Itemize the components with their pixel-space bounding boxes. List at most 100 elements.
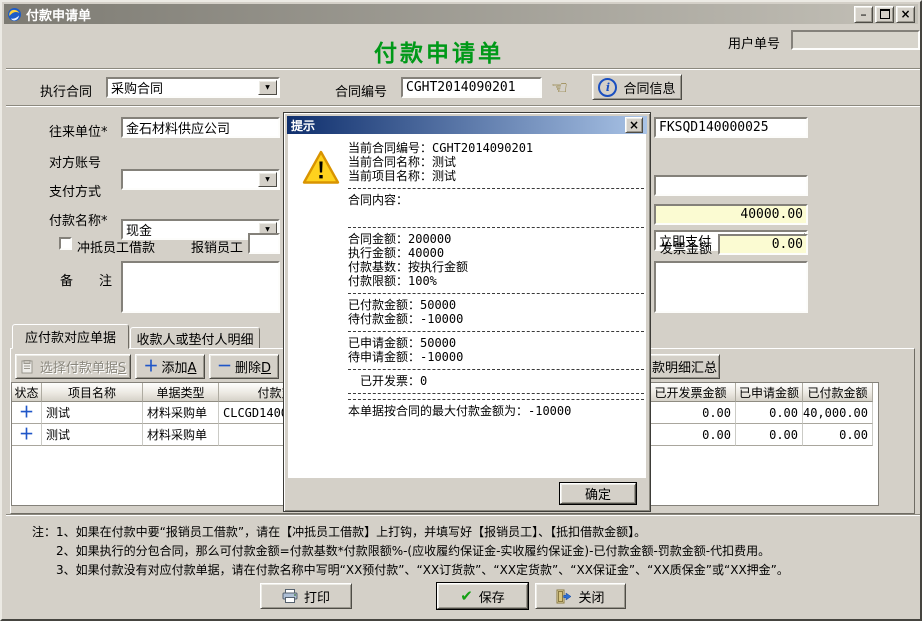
reimburse-label: 报销员工: [191, 237, 243, 256]
chevron-down-icon[interactable]: ▼: [258, 80, 277, 95]
window-titlebar[interactable]: 付款申请单 _ ×: [4, 4, 918, 24]
alert-dialog: 提示 × 当前合同编号：CGHT2014090201 当前合同名称：测试 当前项…: [283, 112, 651, 512]
divider: [348, 369, 644, 370]
cell-paid: 40,000.00: [803, 402, 873, 424]
close-button[interactable]: ×: [896, 6, 915, 23]
right-blank-field[interactable]: [654, 175, 808, 196]
dialog-line: 付款限额：100%: [348, 274, 644, 288]
cell-invoiced: 0.00: [646, 402, 736, 424]
cell-applied: 0.00: [736, 424, 803, 446]
dialog-line: 已付款金额：50000: [348, 298, 644, 312]
cell-invoiced: 0.00: [646, 424, 736, 446]
col-invoiced[interactable]: 已开发票金额: [646, 383, 736, 402]
cell-project: 测试: [42, 402, 143, 424]
divider: [348, 331, 644, 332]
apply-doc-no-field[interactable]: [654, 117, 808, 138]
app-icon: [7, 7, 22, 22]
apply-amount-field[interactable]: [654, 204, 808, 225]
dialog-line: 待申请金额：-10000: [348, 350, 644, 364]
select-pay-doc-button[interactable]: 选择付款单据S: [15, 354, 131, 379]
dialog-ok-button[interactable]: 确定: [560, 483, 636, 504]
offset-loan-label: 冲抵员工借款: [77, 237, 155, 256]
counterparty-field[interactable]: [121, 117, 280, 138]
page-title: 付款申请单: [374, 34, 504, 68]
exec-contract-label: 执行合同: [40, 81, 92, 100]
invoice-amount-field[interactable]: [718, 234, 808, 255]
hand-picker-icon[interactable]: ☜: [551, 79, 568, 97]
user-no-label: 用户单号: [728, 33, 780, 52]
dialog-body: 当前合同编号：CGHT2014090201 当前合同名称：测试 当前项目名称：测…: [288, 134, 646, 478]
col-doc-type[interactable]: 单据类型: [143, 383, 219, 402]
dialog-line: 当前合同编号：CGHT2014090201: [348, 141, 644, 155]
pay-method-label: 支付方式: [49, 181, 101, 200]
divider: [348, 399, 644, 400]
divider: [348, 227, 644, 228]
dialog-title: 提示: [291, 117, 315, 134]
minimize-button[interactable]: _: [854, 6, 873, 23]
printer-icon: [282, 589, 298, 603]
account-select[interactable]: ▼: [121, 169, 280, 190]
save-button[interactable]: ✔ 保存: [437, 583, 528, 609]
note-line-3: 3、如果付款没有对应付款单据，请在付款名称中写明“XX预付款”、“XX订货款”、…: [56, 561, 789, 578]
account-label: 对方账号: [49, 152, 101, 171]
plus-icon: ＋: [144, 360, 159, 373]
dialog-line: 合同金额：200000: [348, 232, 644, 246]
cell-doc-type: 材料采购单: [143, 402, 219, 424]
warning-icon: [302, 150, 340, 185]
summary-button[interactable]: 款明细汇总: [640, 354, 720, 379]
dialog-line: 合同内容：: [348, 193, 644, 207]
col-project[interactable]: 项目名称: [42, 383, 143, 402]
dialog-line: 本单据按合同的最大付款金额为：-10000: [348, 404, 644, 418]
col-applied[interactable]: 已申请金额: [736, 383, 803, 402]
dialog-titlebar[interactable]: 提示 ×: [287, 116, 647, 134]
dialog-line: 当前合同名称：测试: [348, 155, 644, 169]
close-form-button[interactable]: 关闭: [535, 583, 626, 609]
tab-payable-docs[interactable]: 应付款对应单据: [12, 324, 129, 349]
contract-info-button[interactable]: i 合同信息: [592, 74, 682, 100]
divider: [348, 393, 644, 394]
right-remark-box[interactable]: [654, 261, 808, 313]
maximize-button[interactable]: [875, 6, 894, 23]
exec-contract-select[interactable]: 采购合同 ▼: [106, 77, 280, 98]
expand-plus-icon[interactable]: ＋: [19, 428, 34, 441]
reimburse-field[interactable]: [248, 233, 280, 254]
note-line-2: 2、如果执行的分包合同，那么可付款金额=付款基数*付款限额%-(应收履约保证金-…: [56, 542, 770, 559]
dialog-line: 付款基数：按执行金额: [348, 260, 644, 274]
minus-icon: －: [217, 360, 232, 373]
cell-doc-type: 材料采购单: [143, 424, 219, 446]
remark-label: 备 注: [60, 270, 112, 289]
dialog-line: 已申请金额：50000: [348, 336, 644, 350]
add-button[interactable]: ＋ 添加A: [135, 354, 205, 379]
tab-payee-detail[interactable]: 收款人或垫付人明细: [130, 327, 260, 349]
delete-button[interactable]: － 删除D: [209, 354, 279, 379]
dialog-close-button[interactable]: ×: [625, 117, 643, 133]
cell-applied: 0.00: [736, 402, 803, 424]
info-icon: i: [598, 78, 617, 97]
col-status[interactable]: 状态: [12, 383, 42, 402]
pay-name-label: 付款名称*: [49, 210, 108, 229]
note-line-1: 注：1、如果在付款中要“报销员工借款”，请在【冲抵员工借款】上打钩，并填写好【报…: [32, 523, 646, 540]
offset-loan-checkbox[interactable]: [59, 237, 72, 250]
user-no-field[interactable]: [791, 30, 920, 50]
contract-no-label: 合同编号: [335, 81, 387, 100]
chevron-down-icon[interactable]: ▼: [258, 172, 277, 187]
divider: [348, 188, 644, 189]
print-button[interactable]: 打印: [260, 583, 352, 609]
cell-paid: 0.00: [803, 424, 873, 446]
check-icon: ✔: [460, 589, 473, 603]
col-paid[interactable]: 已付款金额: [803, 383, 873, 402]
expand-plus-icon[interactable]: ＋: [19, 406, 34, 419]
document-icon: [20, 360, 34, 374]
dialog-footer: 确定: [288, 479, 646, 507]
divider: [348, 293, 644, 294]
contract-no-field[interactable]: [401, 77, 542, 98]
window-title: 付款申请单: [26, 5, 91, 24]
cell-project: 测试: [42, 424, 143, 446]
remark-field[interactable]: [121, 261, 280, 313]
invoice-amount-label: 发票金额: [660, 238, 712, 257]
dialog-line: 执行金额：40000: [348, 246, 644, 260]
dialog-line: 已开发票：0: [348, 374, 644, 388]
remark-textarea: [123, 263, 278, 311]
counterparty-label: 往来单位*: [49, 121, 108, 140]
dialog-line: 待付款金额：-10000: [348, 312, 644, 326]
